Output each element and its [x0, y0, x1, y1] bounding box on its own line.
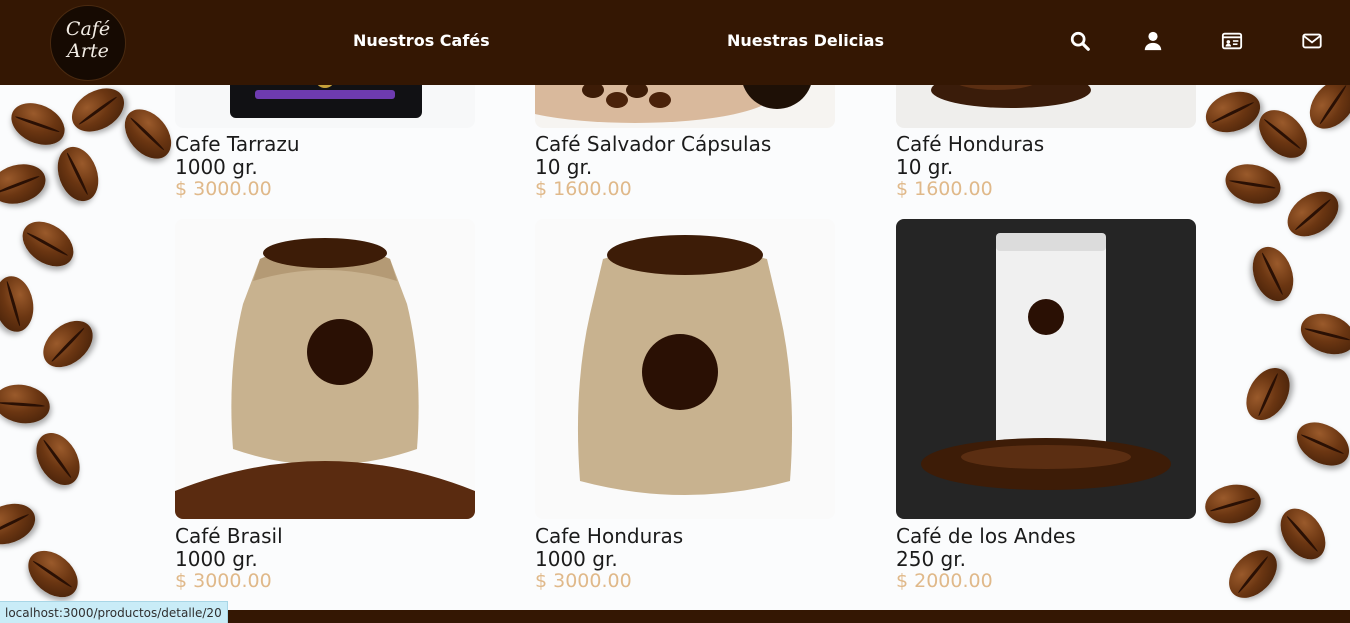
product-price: $ 1600.00 [896, 178, 993, 200]
envelope-icon[interactable] [1301, 30, 1323, 52]
product-price: $ 2000.00 [896, 570, 993, 592]
product-weight: 1000 gr. [175, 547, 258, 571]
product-weight: 1000 gr. [175, 155, 258, 179]
product-weight: 1000 gr. [535, 547, 618, 571]
product-name[interactable]: Café de los Andes [896, 524, 1076, 548]
id-card-icon[interactable] [1221, 30, 1243, 52]
product-price: $ 3000.00 [535, 570, 632, 592]
product-grid: Cafe Tarrazu 1000 gr. $ 3000.00 Café Sal… [0, 0, 1350, 610]
product-weight: 10 gr. [896, 155, 954, 179]
product-image[interactable] [535, 219, 835, 519]
top-navbar: Café Arte Nuestros Cafés Nuestras Delici… [0, 0, 1350, 85]
logo-text-line2: Arte [67, 40, 109, 62]
search-icon[interactable] [1069, 30, 1091, 52]
product-weight: 10 gr. [535, 155, 593, 179]
brand-logo[interactable]: Café Arte [50, 5, 126, 81]
product-weight: 250 gr. [896, 547, 966, 571]
nav-link-nuestras-delicias[interactable]: Nuestras Delicias [727, 31, 884, 50]
product-name[interactable]: Café Honduras [896, 132, 1044, 156]
status-bar-url: localhost:3000/productos/detalle/20 [0, 601, 228, 623]
product-name[interactable]: Cafe Honduras [535, 524, 683, 548]
product-name[interactable]: Café Salvador Cápsulas [535, 132, 771, 156]
product-name[interactable]: Café Brasil [175, 524, 283, 548]
logo-text-line1: Café [65, 18, 111, 40]
product-image[interactable] [896, 219, 1196, 519]
product-price: $ 3000.00 [175, 570, 272, 592]
nav-link-nuestros-cafes[interactable]: Nuestros Cafés [353, 31, 490, 50]
product-price: $ 3000.00 [175, 178, 272, 200]
product-image[interactable] [175, 219, 475, 519]
product-price: $ 1600.00 [535, 178, 632, 200]
product-name[interactable]: Cafe Tarrazu [175, 132, 300, 156]
user-icon[interactable] [1142, 30, 1164, 52]
